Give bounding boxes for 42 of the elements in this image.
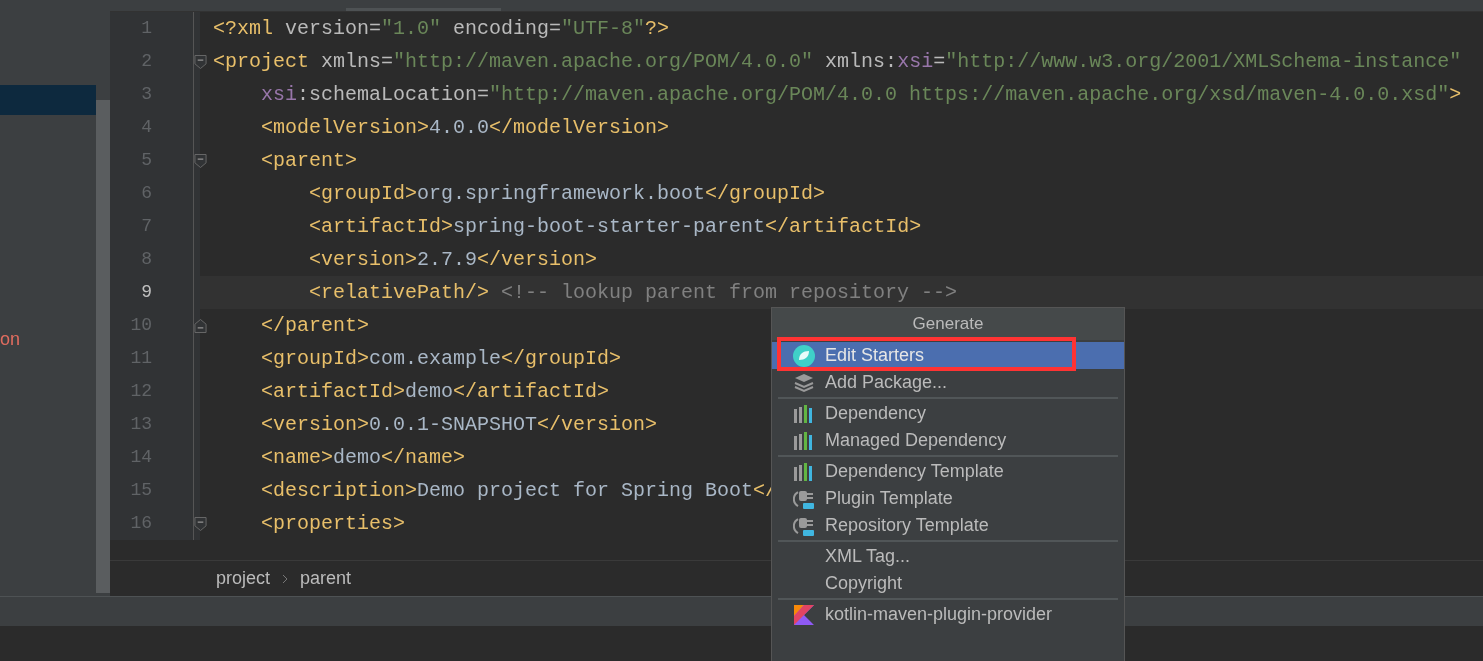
code-line: <relativePath/> <!-- lookup parent from repository --> [308,279,958,306]
scrollbar[interactable] [96,0,110,596]
leaf-icon [792,344,815,367]
breadcrumb[interactable]: project [216,565,271,592]
menu-item[interactable]: Dependency Template [772,458,1124,485]
code-line: </parent> [260,312,370,339]
menu-item[interactable]: Repository Template [772,512,1124,539]
bars-icon [792,404,815,423]
menu-item[interactable]: Edit Starters [772,342,1124,369]
code-line: <parent> [260,147,358,174]
code-line: <artifactId>demo</artifactId> [260,378,610,405]
menu-item[interactable]: Managed Dependency [772,427,1124,454]
code-line: <name>demo</name> [260,444,466,471]
code-line: <modelVersion>4.0.0</modelVersion> [260,114,670,141]
menu-item[interactable]: kotlin-maven-plugin-provider [772,601,1124,628]
menu-title: Generate [912,313,984,336]
line-number: 9 [141,281,152,304]
fold-icon[interactable] [194,515,207,532]
code-line: <?xml version="1.0" encoding="UTF-8"?> [213,15,670,42]
kotlin-icon [793,604,814,625]
fold-icon[interactable] [194,152,207,169]
menu-item[interactable]: XML Tag... [772,543,1124,570]
code-line: <project xmlns="http://maven.apache.org/POM/4.0.0" xmlns:xsi="http://www.w3.org/2001/XMLSchema-instance" [213,48,1462,75]
menu-item[interactable]: Add Package... [772,369,1124,396]
code-line: <version>0.0.1-SNAPSHOT</version> [260,411,658,438]
menu-item[interactable]: Dependency [772,400,1124,427]
sidebar-item[interactable]: on [0,326,96,353]
code-line: <groupId>com.example</groupId> [260,345,622,372]
bars-icon [792,431,815,450]
breadcrumb[interactable]: parent [300,565,352,592]
chevron-icon [282,573,289,584]
code-line: <version>2.7.9</version> [308,246,598,273]
menu-item[interactable]: Copyright [772,570,1124,597]
code-line: <groupId>org.springframework.boot</groupId> [308,180,826,207]
code-line: xsi:schemaLocation="http://maven.apache.org/POM/4.0.0 https://maven.apache.org/xsd/maven-4.0.0.xsd"> [260,81,1462,108]
fold-icon[interactable] [194,53,207,70]
layers-icon [792,372,815,393]
code-line: <artifactId>spring-boot-starter-parent</artifactId> [308,213,922,240]
menu-item[interactable]: Plugin Template [772,485,1124,512]
code-line: <properties> [260,510,406,537]
bars-icon [792,462,815,481]
fold-icon[interactable] [194,317,207,334]
